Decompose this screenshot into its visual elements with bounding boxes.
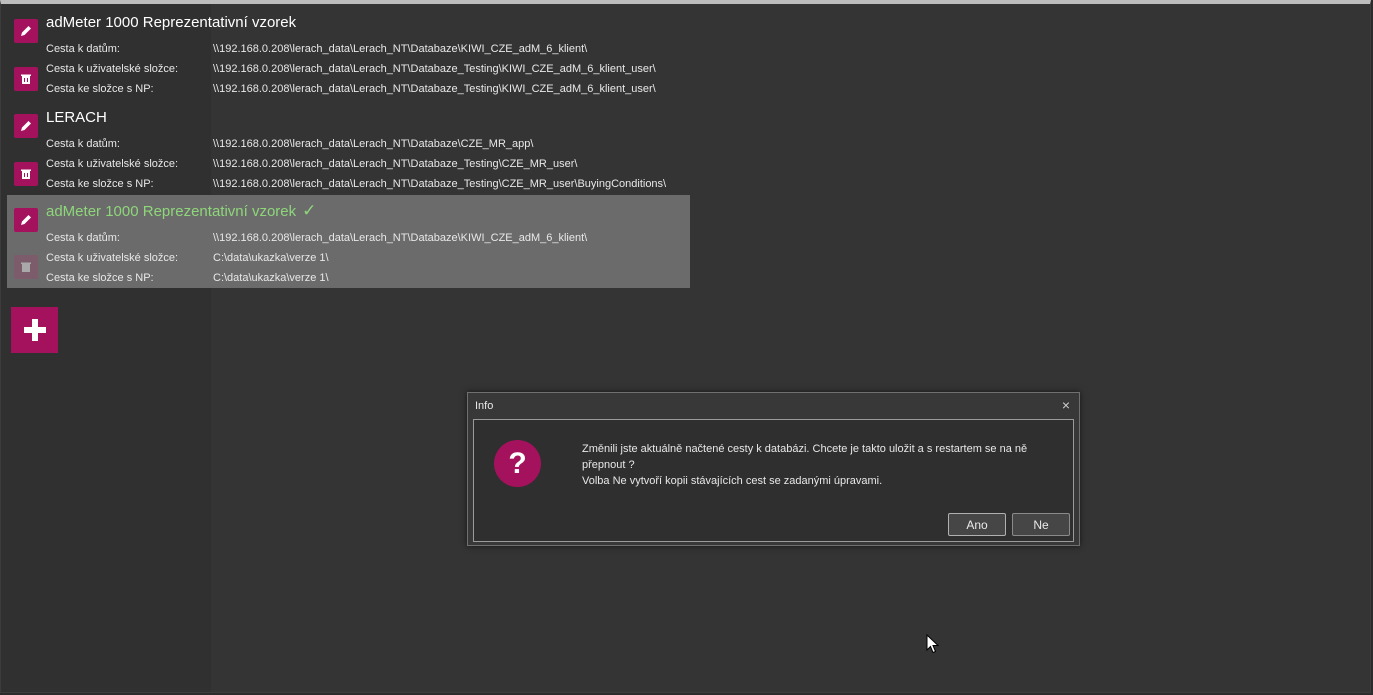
- np-folder-row: Cesta ke složce s NP: \\192.168.0.208\ler…: [46, 178, 666, 190]
- dialog-message-line: Volba Ne vytvoří kopii stávajících cest …: [582, 475, 883, 487]
- database-entry: adMeter 1000 Reprezentativní vzorek Cest…: [7, 10, 690, 101]
- data-path-label: Cesta k datům:: [46, 232, 120, 244]
- trash-icon: [21, 262, 31, 272]
- pencil-icon: [21, 215, 31, 225]
- check-icon: ✓: [302, 201, 317, 220]
- database-name-text: adMeter 1000 Reprezentativní vzorek: [46, 203, 297, 220]
- add-database-button[interactable]: [11, 307, 58, 353]
- user-folder-row: Cesta k uživatelské složce: \\192.168.0.2…: [46, 63, 656, 75]
- dialog-body: ? Změnili jste aktuálně načtené cesty k …: [473, 419, 1074, 542]
- question-icon: ?: [494, 440, 541, 487]
- app-window: adMeter 1000 Reprezentativní vzorek Cest…: [0, 0, 1371, 693]
- database-entry-selected[interactable]: adMeter 1000 Reprezentativní vzorek ✓ Ces…: [7, 195, 690, 288]
- user-folder-value: C:\data\ukazka\verze 1\: [213, 252, 329, 264]
- database-name: adMeter 1000 Reprezentativní vzorek: [46, 14, 297, 31]
- np-folder-label: Cesta ke složce s NP:: [46, 83, 154, 95]
- database-name: adMeter 1000 Reprezentativní vzorek ✓: [46, 201, 316, 221]
- dialog-message: Změnili jste aktuálně načtené cesty k da…: [582, 441, 1062, 489]
- edit-button[interactable]: [14, 114, 38, 138]
- database-name: LERACH: [46, 109, 107, 126]
- data-path-value: \\192.168.0.208\lerach_data\Lerach_NT\Da…: [213, 43, 588, 55]
- info-dialog: Info × ? Změnili jste aktuálně načtené c…: [467, 392, 1080, 546]
- data-path-row: Cesta k datům: \\192.168.0.208\lerach_dat…: [46, 232, 587, 244]
- data-path-label: Cesta k datům:: [46, 43, 120, 55]
- close-icon[interactable]: ×: [1062, 397, 1070, 413]
- mouse-cursor-icon: [926, 634, 940, 654]
- np-folder-label: Cesta ke složce s NP:: [46, 272, 154, 284]
- yes-button[interactable]: Ano: [948, 513, 1006, 536]
- user-folder-value: \\192.168.0.208\lerach_data\Lerach_NT\Da…: [213, 63, 656, 75]
- user-folder-label: Cesta k uživatelské složce:: [46, 158, 179, 170]
- np-folder-row: Cesta ke složce s NP: \\192.168.0.208\ler…: [46, 83, 656, 95]
- trash-icon: [21, 169, 31, 179]
- pencil-icon: [21, 121, 31, 131]
- user-folder-value: \\192.168.0.208\lerach_data\Lerach_NT\Da…: [213, 158, 578, 170]
- np-folder-value: C:\data\ukazka\verze 1\: [213, 272, 329, 284]
- delete-button-disabled: [14, 255, 38, 279]
- data-path-value: \\192.168.0.208\lerach_data\Lerach_NT\Da…: [213, 232, 588, 244]
- user-folder-label: Cesta k uživatelské složce:: [46, 252, 179, 264]
- user-folder-row: Cesta k uživatelské složce: \\192.168.0.2…: [46, 158, 577, 170]
- user-folder-label: Cesta k uživatelské složce:: [46, 63, 179, 75]
- np-folder-value: \\192.168.0.208\lerach_data\Lerach_NT\Da…: [213, 178, 667, 190]
- data-path-label: Cesta k datům:: [46, 138, 120, 150]
- database-entry: LERACH Cesta k datům: \\192.168.0.208\ler…: [7, 105, 690, 196]
- edit-button[interactable]: [14, 208, 38, 232]
- data-path-row: Cesta k datům: \\192.168.0.208\lerach_dat…: [46, 43, 587, 55]
- dialog-title: Info: [475, 400, 494, 412]
- user-folder-row: Cesta k uživatelské složce: C:\data\ukazk…: [46, 252, 329, 264]
- data-path-value: \\192.168.0.208\lerach_data\Lerach_NT\Da…: [213, 138, 534, 150]
- np-folder-value: \\192.168.0.208\lerach_data\Lerach_NT\Da…: [213, 83, 656, 95]
- delete-button[interactable]: [14, 162, 38, 186]
- np-folder-label: Cesta ke složce s NP:: [46, 178, 154, 190]
- delete-button[interactable]: [14, 67, 38, 91]
- pencil-icon: [21, 26, 31, 36]
- trash-icon: [21, 74, 31, 84]
- data-path-row: Cesta k datům: \\192.168.0.208\lerach_dat…: [46, 138, 533, 150]
- plus-icon: [23, 319, 46, 341]
- dialog-message-line: Změnili jste aktuálně načtené cesty k da…: [582, 443, 1028, 471]
- no-button[interactable]: Ne: [1012, 513, 1070, 536]
- edit-button[interactable]: [14, 19, 38, 43]
- np-folder-row: Cesta ke složce s NP: C:\data\ukazka\verz…: [46, 272, 329, 284]
